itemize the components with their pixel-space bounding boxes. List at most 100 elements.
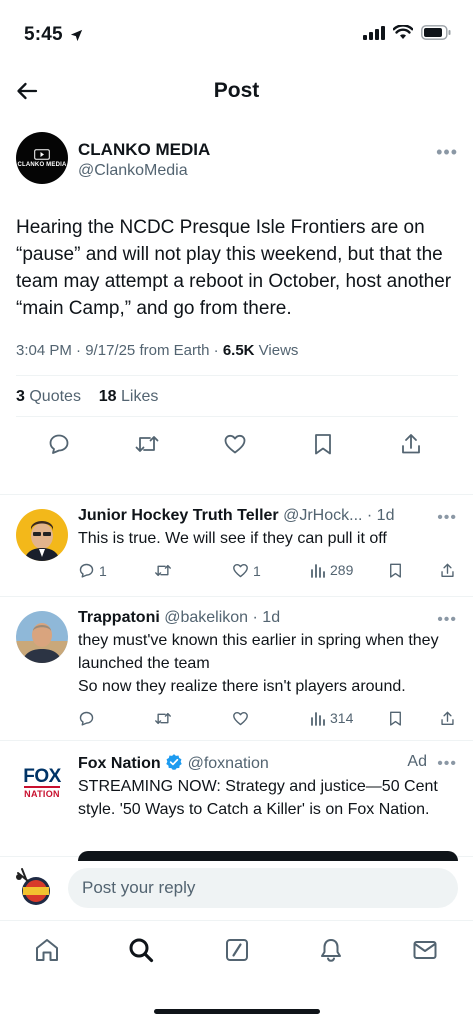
- tab-grok[interactable]: [222, 935, 252, 965]
- repost-button[interactable]: [134, 431, 160, 457]
- verified-badge-icon: [166, 754, 182, 771]
- messages-icon: [413, 941, 437, 959]
- post-time: 3:04 PM: [16, 342, 72, 359]
- share-icon: [402, 434, 420, 454]
- reply-views-button[interactable]: 314: [310, 710, 353, 726]
- reply-icon: [79, 563, 94, 578]
- bookmark-icon: [390, 711, 401, 726]
- wifi-icon: [393, 25, 413, 39]
- location-arrow-icon: [70, 29, 82, 41]
- quotes-stat[interactable]: 3 Quotes: [16, 388, 81, 405]
- ad-author-name[interactable]: Fox Nation: [78, 755, 161, 772]
- reply-share-button[interactable]: [440, 710, 455, 727]
- post-action-bar: [16, 417, 458, 469]
- tab-messages[interactable]: [410, 935, 440, 965]
- reply-avatar[interactable]: [16, 509, 68, 561]
- reply-more-icon[interactable]: •••: [437, 611, 457, 629]
- author-name[interactable]: CLANKO MEDIA: [78, 140, 210, 160]
- status-bar: 5:45: [0, 0, 473, 60]
- share-icon: [441, 563, 454, 577]
- repost-icon: [135, 436, 159, 452]
- views-count: 6.5K: [222, 342, 255, 359]
- reply-reply-button[interactable]: 1: [78, 562, 107, 579]
- play-icon: [34, 148, 50, 160]
- ad-avatar[interactable]: FOX NATION: [20, 763, 64, 803]
- bottom-tab-bar: [0, 920, 473, 1024]
- like-count: 1: [253, 562, 261, 579]
- battery-icon: [421, 25, 451, 40]
- post-meta: 3:04 PM · 9/17/25 from Earth · 6.5K View…: [16, 342, 299, 359]
- reply-like-button[interactable]: [232, 710, 253, 727]
- bookmark-icon: [390, 563, 401, 578]
- search-icon: [129, 938, 154, 963]
- reply-author-name[interactable]: Trappatoni: [78, 609, 160, 626]
- views-icon: [311, 712, 325, 726]
- home-indicator: [154, 1009, 320, 1014]
- views-count: 289: [330, 562, 354, 578]
- reply-count: 1: [99, 562, 107, 579]
- fox-logo-line1: FOX: [23, 765, 61, 787]
- reply-share-button[interactable]: [440, 562, 455, 579]
- author-avatar[interactable]: CLANKO MEDIA: [16, 132, 68, 184]
- reply-item[interactable]: Trappatoni @bakelikon · 1d they must've …: [0, 596, 473, 740]
- bookmark-button[interactable]: [310, 431, 336, 457]
- ad-author-handle[interactable]: @foxnation: [188, 755, 269, 772]
- reply-repost-button[interactable]: [154, 710, 176, 727]
- heart-icon: [224, 434, 246, 454]
- views-label: Views: [258, 342, 299, 359]
- more-options-icon[interactable]: •••: [436, 142, 458, 163]
- like-button[interactable]: [222, 431, 248, 457]
- ad-cta-button[interactable]: [78, 851, 458, 861]
- tab-search[interactable]: [126, 935, 156, 965]
- reply-author-handle[interactable]: @JrHock...: [283, 507, 362, 524]
- fox-logo-line2: NATION: [24, 785, 60, 799]
- reply-action-bar: 314: [78, 708, 457, 732]
- reply-time: · 1d: [366, 507, 395, 524]
- author-handle[interactable]: @ClankoMedia: [78, 162, 188, 180]
- share-button[interactable]: [398, 431, 424, 457]
- header: Post: [0, 66, 473, 116]
- likes-stat[interactable]: 18 Likes: [99, 388, 159, 405]
- ad-item[interactable]: FOX NATION Fox Nation @foxnation STREAMI…: [0, 740, 473, 856]
- post-text: Hearing the NCDC Presque Isle Frontiers …: [16, 217, 452, 319]
- grok-icon: [226, 939, 248, 961]
- reply-time: · 1d: [252, 609, 281, 626]
- reply-bookmark-button[interactable]: [388, 710, 403, 727]
- heart-icon: [233, 711, 248, 726]
- home-icon: [36, 939, 58, 961]
- views-count: 314: [330, 710, 354, 726]
- status-time: 5:45: [24, 24, 63, 45]
- my-avatar[interactable]: [14, 867, 58, 911]
- reply-icon: [49, 434, 69, 454]
- avatar-image: [16, 868, 50, 905]
- heart-icon: [233, 563, 248, 578]
- ad-text: STREAMING NOW: Strategy and justice—50 C…: [78, 778, 438, 818]
- notifications-icon: [321, 939, 341, 962]
- reply-item[interactable]: Junior Hockey Truth Teller @JrHock... · …: [0, 494, 473, 596]
- reply-more-icon[interactable]: •••: [437, 509, 457, 527]
- tab-home[interactable]: [32, 935, 62, 965]
- share-icon: [441, 711, 454, 725]
- reply-button[interactable]: [46, 431, 72, 457]
- reply-views-button[interactable]: 289: [310, 562, 353, 578]
- bookmark-icon: [315, 434, 331, 455]
- reply-author-name[interactable]: Junior Hockey Truth Teller: [78, 507, 279, 524]
- reply-reply-button[interactable]: [78, 710, 99, 727]
- reply-author-handle[interactable]: @bakelikon: [164, 609, 248, 626]
- repost-icon: [155, 712, 171, 725]
- avatar-image: [16, 509, 68, 561]
- main-post: CLANKO MEDIA CLANKO MEDIA @ClankoMedia •…: [16, 130, 458, 469]
- ad-label: Ad: [407, 753, 427, 770]
- reply-bookmark-button[interactable]: [388, 562, 403, 579]
- tab-notifications[interactable]: [316, 935, 346, 965]
- reply-text: they must've known this earlier in sprin…: [78, 632, 439, 695]
- reply-icon: [79, 711, 94, 726]
- reply-like-button[interactable]: 1: [232, 562, 261, 579]
- ad-more-icon[interactable]: •••: [437, 755, 457, 773]
- reply-input[interactable]: Post your reply: [68, 868, 458, 908]
- cellular-signal-icon: [363, 25, 385, 40]
- engagement-stats: 3 Quotes 18 Likes: [16, 376, 458, 416]
- reply-repost-button[interactable]: [154, 562, 176, 579]
- post-date: 9/17/25: [85, 342, 136, 359]
- reply-avatar[interactable]: [16, 611, 68, 663]
